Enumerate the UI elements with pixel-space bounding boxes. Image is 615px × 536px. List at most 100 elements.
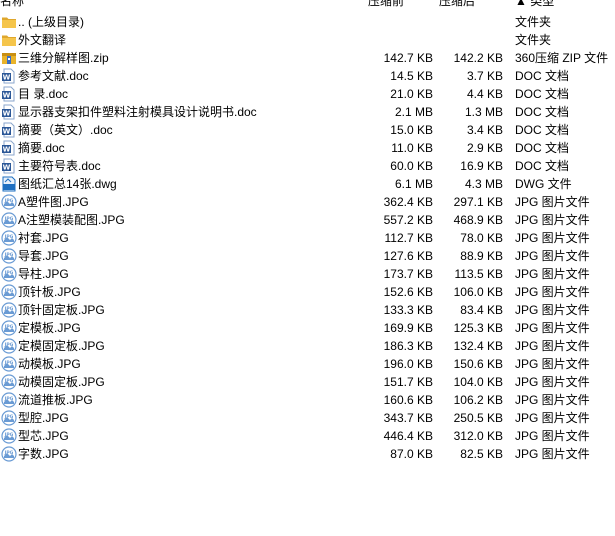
jpg-image-icon: JPG [1,356,17,372]
file-row[interactable]: JPG A注塑模装配图.JPG 557.2 KB 468.9 KB JPG 图片文件 [0,211,615,229]
file-original-size: 343.7 KB [383,411,433,425]
column-type-header[interactable]: ▲ 类型 [515,0,554,8]
file-original-size: 133.3 KB [383,303,433,317]
file-row[interactable]: 图纸汇总14张.dwg 6.1 MB 4.3 MB DWG 文件 [0,175,615,193]
file-type: JPG 图片文件 [515,267,590,281]
file-compressed-size: 78.0 KB [460,231,503,245]
file-type: JPG 图片文件 [515,393,590,407]
file-row[interactable]: JPG 流道推板.JPG 160.6 KB 106.2 KB JPG 图片文件 [0,391,615,409]
file-compressed-size: 468.9 KB [453,213,503,227]
file-type: JPG 图片文件 [515,375,590,389]
file-original-size: 60.0 KB [390,159,433,173]
file-row[interactable]: JPG 动模固定板.JPG 151.7 KB 104.0 KB JPG 图片文件 [0,373,615,391]
file-type: 360压缩 ZIP 文件 [515,51,609,65]
file-original-size: 557.2 KB [383,213,433,227]
file-type: DOC 文档 [515,123,570,137]
file-row[interactable]: W 摘要（英文）.doc 15.0 KB 3.4 KB DOC 文档 [0,121,615,139]
file-row[interactable]: W 参考文献.doc 14.5 KB 3.7 KB DOC 文档 [0,67,615,85]
file-row[interactable]: W 目 录.doc 21.0 KB 4.4 KB DOC 文档 [0,85,615,103]
file-original-size: 169.9 KB [383,321,433,335]
file-row[interactable]: W 主要符号表.doc 60.0 KB 16.9 KB DOC 文档 [0,157,615,175]
svg-text:W: W [3,92,11,100]
file-compressed-size: 4.3 MB [464,177,503,191]
file-type: 文件夹 [515,15,552,29]
file-original-size: 6.1 MB [394,177,433,191]
file-name: 衬套.JPG [18,231,69,245]
file-name: 定模固定板.JPG [18,339,105,353]
file-original-size: 173.7 KB [383,267,433,281]
file-row[interactable]: JPG 导柱.JPG 173.7 KB 113.5 KB JPG 图片文件 [0,265,615,283]
file-row[interactable]: 外文翻译 文件夹 [0,31,615,49]
file-original-size: 15.0 KB [390,123,433,137]
file-type: JPG 图片文件 [515,213,590,227]
file-row[interactable]: W 显示器支架扣件塑料注射模具设计说明书.doc 2.1 MB 1.3 MB DOC 文… [0,103,615,121]
file-compressed-size: 104.0 KB [453,375,503,389]
file-original-size: 112.7 KB [384,231,433,245]
file-compressed-size: 113.5 KB [454,267,503,281]
file-original-size: 127.6 KB [383,249,433,263]
file-type: JPG 图片文件 [515,303,590,317]
file-name: 动模固定板.JPG [18,375,105,389]
file-type: JPG 图片文件 [515,249,590,263]
column-compressed-size-header[interactable]: 压缩后 [439,0,475,8]
file-row[interactable]: JPG A塑件图.JPG 362.4 KB 297.1 KB JPG 图片文件 [0,193,615,211]
file-compressed-size: 2.9 KB [466,141,503,155]
column-name-header[interactable]: 名称 [0,0,24,8]
file-type: 文件夹 [515,33,552,47]
file-type: JPG 图片文件 [515,195,590,209]
svg-text:W: W [3,74,11,82]
file-row[interactable]: JPG 型芯.JPG 446.4 KB 312.0 KB JPG 图片文件 [0,427,615,445]
file-type: JPG 图片文件 [515,357,590,371]
file-row[interactable]: .. (上级目录) 文件夹 [0,13,615,31]
file-row[interactable]: JPG 顶针固定板.JPG 133.3 KB 83.4 KB JPG 图片文件 [0,301,615,319]
file-type: JPG 图片文件 [515,285,590,299]
svg-text:JPG: JPG [4,288,14,294]
word-doc-icon: W [1,68,17,84]
file-list: .. (上级目录) 文件夹 外文翻译 文件夹 三维分解样图.zip 142.7 KB 142… [0,13,615,463]
word-doc-icon: W [1,104,17,120]
jpg-image-icon: JPG [1,266,17,282]
file-type: DWG 文件 [515,177,572,191]
file-name: 三维分解样图.zip [18,51,109,65]
file-row[interactable]: JPG 定模固定板.JPG 186.3 KB 132.4 KB JPG 图片文件 [0,337,615,355]
file-row[interactable]: JPG 导套.JPG 127.6 KB 88.9 KB JPG 图片文件 [0,247,615,265]
file-row[interactable]: JPG 顶针板.JPG 152.6 KB 106.0 KB JPG 图片文件 [0,283,615,301]
jpg-image-icon: JPG [1,410,17,426]
file-name: 外文翻译 [18,33,67,47]
svg-text:JPG: JPG [4,342,14,348]
file-row[interactable]: JPG 型腔.JPG 343.7 KB 250.5 KB JPG 图片文件 [0,409,615,427]
file-original-size: 446.4 KB [383,429,433,443]
file-name: 型腔.JPG [18,411,69,425]
file-name: 显示器支架扣件塑料注射模具设计说明书.doc [18,105,257,119]
file-compressed-size: 312.0 KB [453,429,503,443]
file-original-size: 11.0 KB [391,141,433,155]
file-name: .. (上级目录) [18,15,84,29]
column-original-size-header[interactable]: 压缩前 [368,0,404,8]
folder-icon [1,32,17,48]
file-row[interactable]: W 摘要.doc 11.0 KB 2.9 KB DOC 文档 [0,139,615,157]
file-original-size: 196.0 KB [383,357,433,371]
file-row[interactable]: JPG 动模板.JPG 196.0 KB 150.6 KB JPG 图片文件 [0,355,615,373]
jpg-image-icon: JPG [1,428,17,444]
file-name: 型芯.JPG [18,429,69,443]
file-name: 摘要（英文）.doc [18,123,113,137]
file-original-size: 142.7 KB [383,51,433,65]
file-row[interactable]: JPG 字数.JPG 87.0 KB 82.5 KB JPG 图片文件 [0,445,615,463]
file-row[interactable]: 三维分解样图.zip 142.7 KB 142.2 KB 360压缩 ZIP 文件 [0,49,615,67]
file-type: JPG 图片文件 [515,429,590,443]
svg-text:JPG: JPG [4,270,14,276]
file-row[interactable]: JPG 衬套.JPG 112.7 KB 78.0 KB JPG 图片文件 [0,229,615,247]
svg-text:JPG: JPG [4,234,14,240]
file-original-size: 362.4 KB [383,195,433,209]
file-name: 导柱.JPG [18,267,69,281]
file-type: DOC 文档 [515,69,570,83]
file-compressed-size: 250.5 KB [453,411,503,425]
file-original-size: 87.0 KB [390,447,433,461]
file-compressed-size: 1.3 MB [464,105,503,119]
svg-text:JPG: JPG [4,306,14,312]
svg-text:JPG: JPG [4,432,14,438]
file-row[interactable]: JPG 定模板.JPG 169.9 KB 125.3 KB JPG 图片文件 [0,319,615,337]
jpg-image-icon: JPG [1,374,17,390]
word-doc-icon: W [1,122,17,138]
file-type: JPG 图片文件 [515,321,590,335]
